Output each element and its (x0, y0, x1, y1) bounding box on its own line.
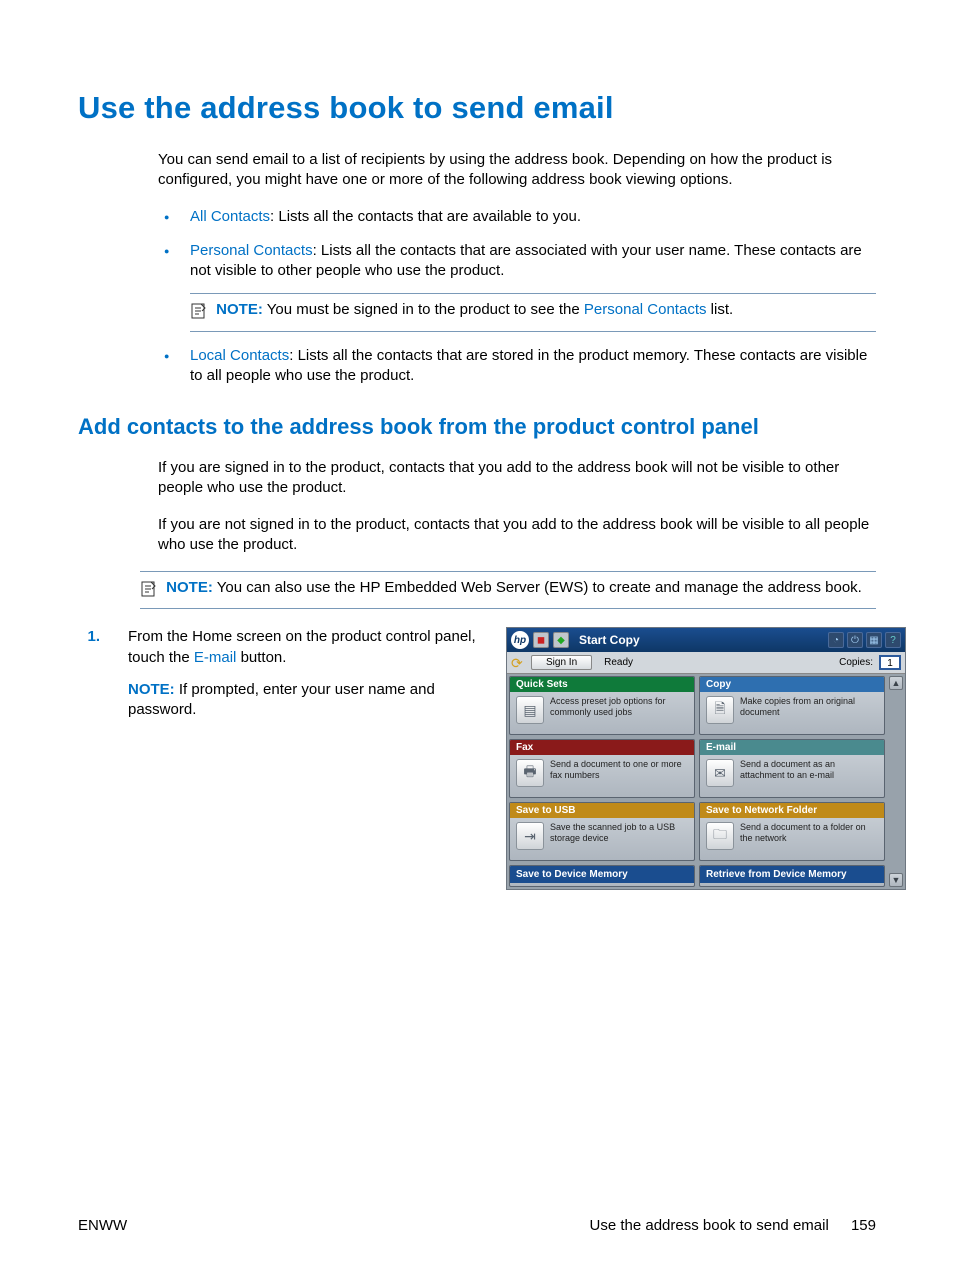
email-icon: ✉ (706, 759, 734, 787)
note-label: NOTE: (216, 301, 263, 318)
control-panel-screenshot: hp ◼ ◆ Start Copy ◔ ⏻ ▦ ? ⟳ Sign In Read… (506, 627, 906, 890)
fax-icon: 🖶 (516, 759, 544, 787)
tile-title: Copy (700, 677, 884, 692)
panel-status-bar: ⟳ Sign In Ready Copies: 1 (507, 652, 905, 674)
folder-icon: 🗀 (706, 822, 734, 850)
tile-desc: Send a document as an attachment to an e… (740, 759, 878, 780)
sign-in-button[interactable]: Sign In (531, 655, 592, 670)
note-label: NOTE: (128, 681, 175, 698)
usb-icon: ⇥ (516, 822, 544, 850)
bullet-text: : Lists all the contacts that are stored… (190, 347, 867, 384)
bullet-all-contacts: All Contacts: Lists all the contacts tha… (158, 207, 876, 227)
all-contacts-link: All Contacts (190, 208, 270, 225)
step-note: NOTE: If prompted, enter your user name … (128, 680, 488, 721)
tile-title: Save to Device Memory (510, 866, 694, 883)
scroll-down-icon[interactable]: ▼ (889, 873, 903, 887)
start-icon[interactable]: ◆ (553, 632, 569, 648)
tile-desc: Access preset job options for commonly u… (550, 696, 688, 717)
refresh-icon[interactable]: ⟳ (511, 655, 527, 671)
page-number: 159 (851, 1217, 876, 1234)
paragraph-signed-in: If you are signed in to the product, con… (158, 458, 876, 499)
subheading: Add contacts to the address book from th… (78, 414, 876, 440)
bullet-local-contacts: Local Contacts: Lists all the contacts t… (158, 346, 876, 387)
tile-title: Retrieve from Device Memory (700, 866, 884, 883)
scroll-up-icon[interactable]: ▲ (889, 676, 903, 690)
power-icon[interactable]: ⏻ (847, 632, 863, 648)
note-text-pre: You must be signed in to the product to … (267, 301, 584, 318)
tile-quick-sets[interactable]: Quick Sets ▤ Access preset job options f… (509, 676, 695, 735)
copies-label: Copies: (839, 657, 873, 668)
stop-icon[interactable]: ◼ (533, 632, 549, 648)
tile-title: Quick Sets (510, 677, 694, 692)
bullet-text: : Lists all the contacts that are availa… (270, 208, 581, 225)
personal-contacts-link: Personal Contacts (190, 242, 313, 259)
tile-email[interactable]: E-mail ✉ Send a document as an attachmen… (699, 739, 885, 798)
note-icon (190, 302, 212, 326)
local-contacts-link: Local Contacts (190, 347, 289, 364)
copies-input[interactable]: 1 (879, 655, 901, 670)
page-heading: Use the address book to send email (78, 90, 876, 126)
note-icon (140, 580, 162, 604)
footer-left: ENWW (78, 1217, 127, 1234)
tile-title: Fax (510, 740, 694, 755)
network-icon[interactable]: ▦ (866, 632, 882, 648)
tile-desc: Send a document to a folder on the netwo… (740, 822, 878, 843)
intro-paragraph: You can send email to a list of recipien… (158, 150, 876, 191)
email-link: E-mail (194, 649, 237, 666)
paragraph-not-signed-in: If you are not signed in to the product,… (158, 515, 876, 556)
footer-right: Use the address book to send email 159 (589, 1217, 876, 1234)
tile-title: E-mail (700, 740, 884, 755)
copy-icon: 🗎 (706, 696, 734, 724)
step-number: 1. (78, 627, 114, 647)
tile-desc: Send a document to one or more fax numbe… (550, 759, 688, 780)
tile-save-device-memory[interactable]: Save to Device Memory (509, 865, 695, 887)
tile-copy[interactable]: Copy 🗎 Make copies from an original docu… (699, 676, 885, 735)
bullet-personal-contacts: Personal Contacts: Lists all the contact… (158, 241, 876, 332)
panel-header: hp ◼ ◆ Start Copy ◔ ⏻ ▦ ? (507, 628, 905, 652)
step-instruction: From the Home screen on the product cont… (128, 627, 488, 668)
hp-logo-icon: hp (511, 631, 529, 649)
tile-retrieve-device-memory[interactable]: Retrieve from Device Memory (699, 865, 885, 887)
status-text: Ready (596, 657, 835, 668)
header-title: Start Copy (579, 633, 824, 647)
help-icon[interactable]: ? (885, 632, 901, 648)
quicksets-icon: ▤ (516, 696, 544, 724)
tile-save-usb[interactable]: Save to USB ⇥ Save the scanned job to a … (509, 802, 695, 861)
orb-icon[interactable]: ◔ (828, 632, 844, 648)
tile-fax[interactable]: Fax 🖶 Send a document to one or more fax… (509, 739, 695, 798)
note-text: You can also use the HP Embedded Web Ser… (217, 579, 862, 596)
note-label: NOTE: (166, 579, 213, 596)
note-link: Personal Contacts (584, 301, 707, 318)
tile-save-network[interactable]: Save to Network Folder 🗀 Send a document… (699, 802, 885, 861)
tile-desc: Save the scanned job to a USB storage de… (550, 822, 688, 843)
tile-title: Save to USB (510, 803, 694, 818)
note-text-post: list. (707, 301, 734, 318)
tile-title: Save to Network Folder (700, 803, 884, 818)
note-text: If prompted, enter your user name and pa… (128, 681, 435, 718)
tile-desc: Make copies from an original document (740, 696, 878, 717)
